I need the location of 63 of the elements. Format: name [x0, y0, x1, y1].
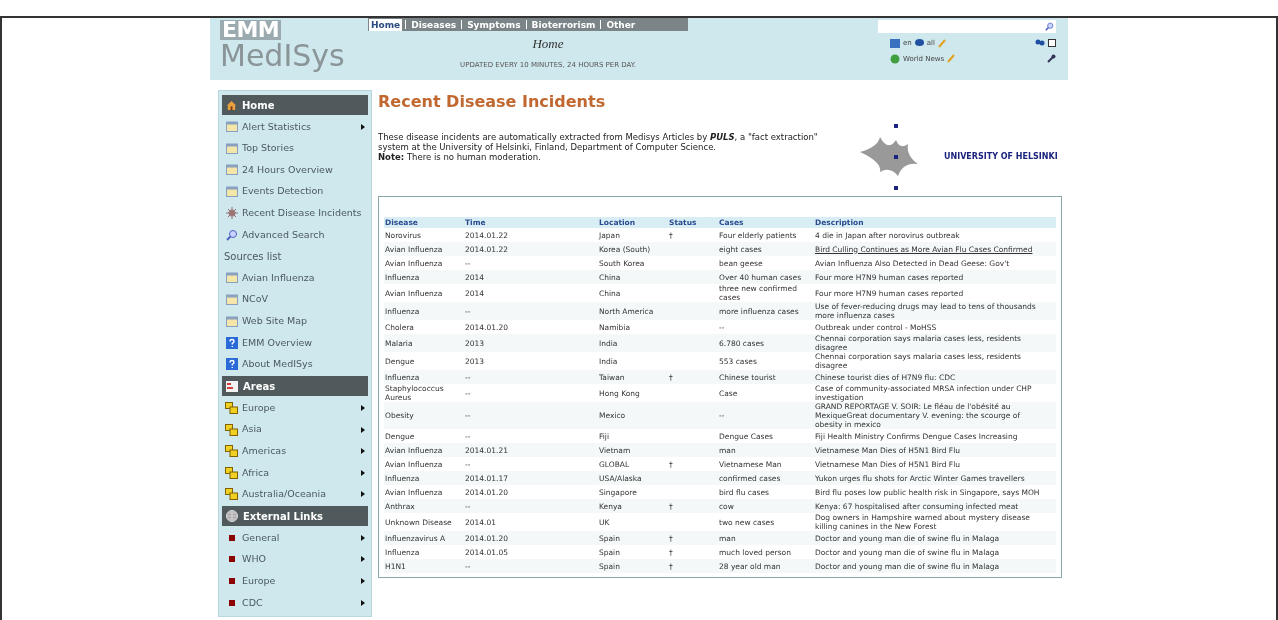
university-name: UNIVERSITY OF HELSINKI	[944, 151, 1058, 163]
sidebar-item[interactable]: Avian Influenza	[222, 267, 368, 289]
wrench-icon[interactable]	[1047, 54, 1056, 64]
sidebar-item[interactable]: Top Stories	[222, 137, 368, 160]
folders-icon	[225, 488, 238, 501]
folders-icon	[225, 445, 238, 458]
folders-icon	[225, 401, 238, 414]
logo-emm: EMM	[220, 20, 282, 40]
sidebar-item[interactable]: Australia/Oceania	[222, 483, 368, 506]
nav-tab[interactable]: Other	[604, 18, 638, 31]
house-icon	[226, 99, 237, 111]
users-icon[interactable]	[1035, 38, 1045, 48]
calendar-icon	[225, 164, 238, 176]
calendar-icon	[225, 294, 238, 306]
square-icon	[228, 534, 235, 541]
calendar-icon	[225, 186, 238, 198]
sidebar-header[interactable]: Areas	[222, 376, 368, 397]
help-icon	[225, 358, 238, 371]
sidebar-item[interactable]: General	[222, 527, 368, 549]
help-icon	[225, 336, 238, 349]
page-heading: Recent Disease Incidents	[378, 92, 607, 112]
sidebar-item[interactable]: Events Detection	[222, 180, 368, 203]
nav-tab[interactable]: Home	[369, 18, 403, 31]
folders-icon	[225, 423, 238, 436]
sidebar-item[interactable]: Europe	[222, 397, 368, 419]
logo-medisys: MedISys	[220, 40, 346, 72]
sidebar-item[interactable]: EMM Overview	[222, 331, 368, 354]
sidebar-item[interactable]: Recent Disease Incidents	[222, 202, 368, 224]
sidebar-item[interactable]: Alert Statistics	[222, 116, 368, 138]
page-title: Home	[532, 35, 564, 53]
calendar-icon	[225, 315, 238, 327]
checkbox-icon[interactable]	[1048, 39, 1056, 48]
sidebar-item[interactable]: 24 Hours Overview	[222, 159, 368, 181]
search-field[interactable]	[878, 20, 1056, 33]
sidebar-item[interactable]: Web Site Map	[222, 310, 368, 332]
search-icon	[1045, 22, 1054, 31]
intro-paragraph: These disease incidents are automatically extracted from Medisys Articles by PULS, a "fact extraction" system at the University of Helsinki, Finland, Department of Computer Science.	[378, 132, 819, 152]
sidebar-item[interactable]: WHO	[222, 548, 368, 571]
chat-bubble-icon[interactable]	[914, 39, 924, 48]
sidebar-item[interactable]: Americas	[222, 440, 368, 462]
nav-tab[interactable]: Diseases	[409, 18, 459, 31]
sidebar-item[interactable]: Africa	[222, 461, 368, 484]
sidebar-item[interactable]: Asia	[222, 418, 368, 441]
calendar-icon	[225, 121, 238, 133]
nav-tab[interactable]: Bioterrorism	[529, 18, 598, 31]
sidebar-item[interactable]: Europe	[222, 570, 368, 592]
sidebar-item[interactable]: CDC	[222, 591, 368, 614]
sidebar-header[interactable]: Home	[222, 95, 368, 115]
sidebar-item[interactable]: About MedISys	[222, 353, 368, 376]
sidebar-label: Sources list	[223, 249, 283, 264]
square-icon	[228, 578, 235, 585]
sidebar-item[interactable]: Advanced Search	[222, 223, 368, 246]
nav-tab[interactable]: Symptoms	[465, 18, 523, 31]
sidebar-item[interactable]: NCoV	[222, 288, 368, 311]
virus-icon	[225, 207, 238, 220]
search-icon	[225, 228, 238, 241]
calendar-icon	[225, 272, 238, 284]
folders-icon	[225, 466, 238, 479]
moderation-note: Note: There is no human moderation.	[378, 152, 542, 162]
square-icon	[228, 599, 235, 606]
sidebar-header[interactable]: External Links	[222, 506, 368, 527]
square-icon	[228, 556, 235, 563]
calendar-icon	[225, 142, 238, 154]
